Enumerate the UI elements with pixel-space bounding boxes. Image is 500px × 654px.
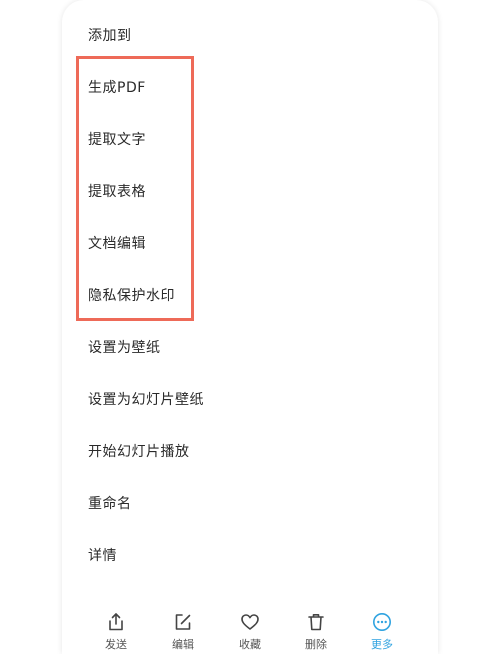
send-label: 发送: [105, 638, 127, 651]
menu-item-privacy-watermark[interactable]: 隐私保护水印: [62, 270, 438, 322]
edit-button[interactable]: 编辑: [158, 612, 208, 652]
more-dots-icon: [373, 613, 391, 631]
favorite-label: 收藏: [239, 638, 261, 651]
trash-icon: [308, 614, 324, 631]
menu-item-start-slideshow[interactable]: 开始幻灯片播放: [62, 426, 438, 478]
menu-item-generate-pdf[interactable]: 生成PDF: [62, 62, 438, 114]
send-button[interactable]: 发送: [91, 612, 141, 652]
menu-item-set-slideshow-wallpaper[interactable]: 设置为幻灯片壁纸: [62, 374, 438, 426]
menu-item-extract-table[interactable]: 提取表格: [62, 166, 438, 218]
edit-label: 编辑: [172, 638, 194, 651]
menu-item-details[interactable]: 详情: [62, 530, 438, 582]
delete-label: 删除: [305, 638, 327, 651]
favorite-button[interactable]: 收藏: [225, 612, 275, 652]
more-options-menu: 添加到 生成PDF 提取文字 提取表格 文档编辑 隐私保护水印 设置为壁纸 设置…: [62, 10, 438, 582]
more-options-sheet: 添加到 生成PDF 提取文字 提取表格 文档编辑 隐私保护水印 设置为壁纸 设置…: [62, 0, 438, 654]
screen: 添加到 生成PDF 提取文字 提取表格 文档编辑 隐私保护水印 设置为壁纸 设置…: [0, 0, 500, 654]
bottom-toolbar: 发送 编辑 收藏 删除 更多: [62, 604, 438, 654]
menu-item-extract-text[interactable]: 提取文字: [62, 114, 438, 166]
menu-item-set-wallpaper[interactable]: 设置为壁纸: [62, 322, 438, 374]
more-button[interactable]: 更多: [357, 612, 407, 652]
heart-icon: [241, 614, 259, 630]
menu-item-document-edit[interactable]: 文档编辑: [62, 218, 438, 270]
delete-button[interactable]: 删除: [291, 612, 341, 652]
more-label: 更多: [371, 638, 393, 651]
menu-item-rename[interactable]: 重命名: [62, 478, 438, 530]
menu-item-add-to[interactable]: 添加到: [62, 10, 438, 62]
edit-icon: [175, 614, 191, 630]
share-icon: [109, 613, 123, 631]
